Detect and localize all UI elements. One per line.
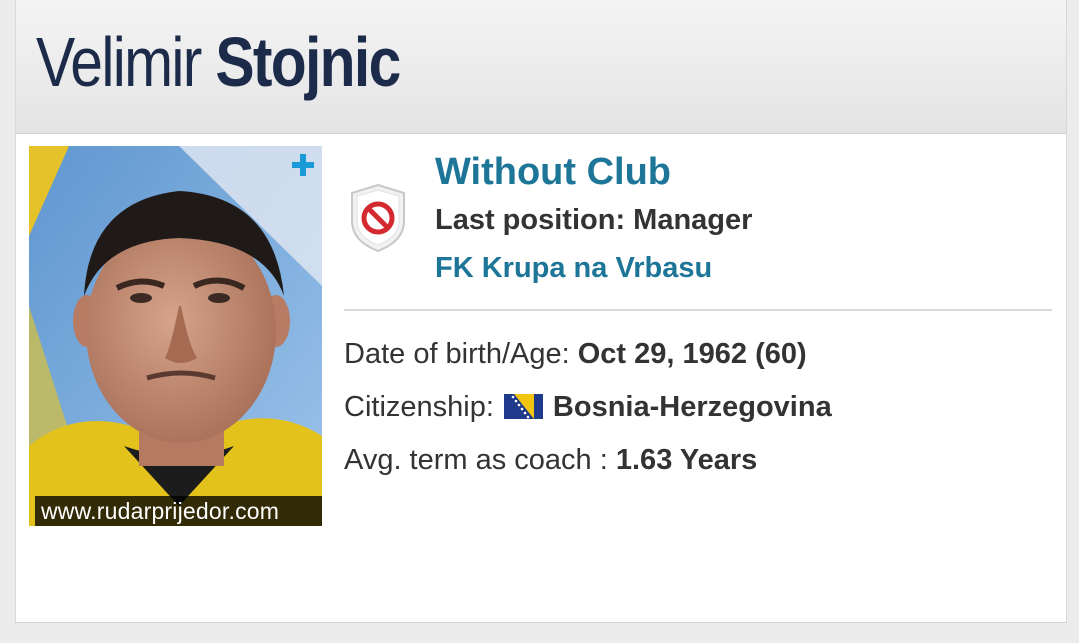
divider: [344, 309, 1052, 311]
profile-header: Velimir Stojnic: [16, 0, 1066, 134]
profile-card: Velimir Stojnic www.rudarprijedor.com Wi…: [15, 0, 1067, 623]
no-club-shield-icon: [351, 183, 405, 253]
first-name: Velimir: [36, 23, 202, 101]
photo-credit: www.rudarprijedor.com: [35, 496, 322, 526]
date-of-birth-row: Date of birth/Age: Oct 29, 1962 (60): [344, 336, 807, 372]
last-position: Last position: Manager: [435, 204, 753, 236]
citizenship-row: Citizenship: Bosnia-Herzegovina: [344, 389, 832, 425]
last-club-link[interactable]: FK Krupa na Vrbasu: [435, 250, 712, 286]
avg-term-label: Avg. term as coach :: [344, 444, 616, 476]
citizenship-value: Bosnia-Herzegovina: [552, 391, 832, 423]
date-of-birth-value: Oct 29, 1962 (60): [577, 338, 807, 370]
citizenship-label: Citizenship:: [344, 391, 494, 423]
profile-name: Velimir Stojnic: [36, 22, 401, 102]
club-status: Without Club: [435, 151, 672, 193]
bosnia-herzegovina-flag-icon: [503, 393, 543, 419]
avg-term-value: 1.63 Years: [615, 444, 758, 476]
last-name: Stojnic: [215, 23, 401, 101]
avg-term-row: Avg. term as coach : 1.63 Years: [344, 442, 757, 478]
date-of-birth-label: Date of birth/Age:: [344, 338, 578, 370]
portrait-image: [29, 146, 322, 526]
add-to-watchlist-plus-icon[interactable]: [290, 152, 316, 178]
profile-photo[interactable]: www.rudarprijedor.com: [29, 146, 322, 526]
